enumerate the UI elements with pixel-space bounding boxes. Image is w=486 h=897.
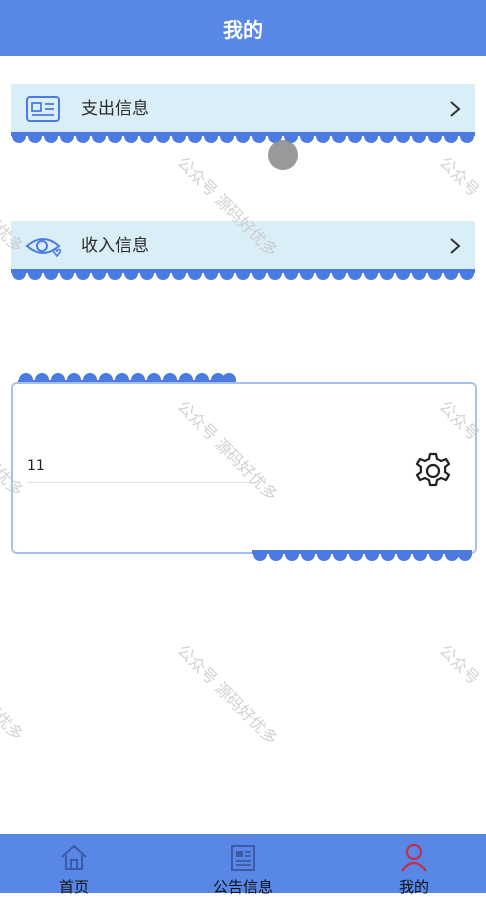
watermark: 公众号 (435, 640, 484, 689)
tab-mine[interactable]: 我的 (354, 834, 474, 896)
watermark: 公众号 源码好优多 (173, 640, 282, 749)
username: 11 (27, 458, 45, 474)
divider (27, 482, 253, 483)
tab-label: 公告信息 (212, 878, 273, 896)
chevron-right-icon (450, 101, 461, 117)
chevron-right-icon (450, 238, 461, 254)
watermark: 好优多 (0, 696, 28, 745)
user-card: 11 (11, 382, 477, 554)
menu-item-label: 支出信息 (81, 99, 149, 119)
tab-notice[interactable]: 公告信息 (183, 834, 303, 896)
eye-heart-icon (25, 238, 61, 258)
id-card-icon (26, 96, 60, 122)
page-header: 我的 (0, 0, 486, 56)
tab-label: 我的 (398, 878, 429, 896)
watermark: 公众号 (435, 152, 484, 201)
menu-item-expense[interactable]: 支出信息 (11, 84, 475, 143)
menu-item-income[interactable]: 收入信息 (11, 221, 475, 280)
gear-icon[interactable] (411, 448, 455, 492)
bottom-tabbar: 首页 公告信息 我的 (0, 834, 486, 896)
touch-indicator (268, 140, 298, 170)
scallop-decoration-bottom (252, 550, 472, 561)
page-title: 我的 (223, 17, 263, 42)
scallop-decoration (11, 269, 475, 280)
notice-icon (231, 845, 255, 871)
home-icon (61, 844, 87, 870)
user-icon (401, 843, 427, 872)
tab-label: 首页 (58, 878, 89, 896)
menu-item-label: 收入信息 (81, 236, 149, 256)
scallop-decoration (11, 132, 475, 143)
tab-home[interactable]: 首页 (14, 834, 134, 896)
